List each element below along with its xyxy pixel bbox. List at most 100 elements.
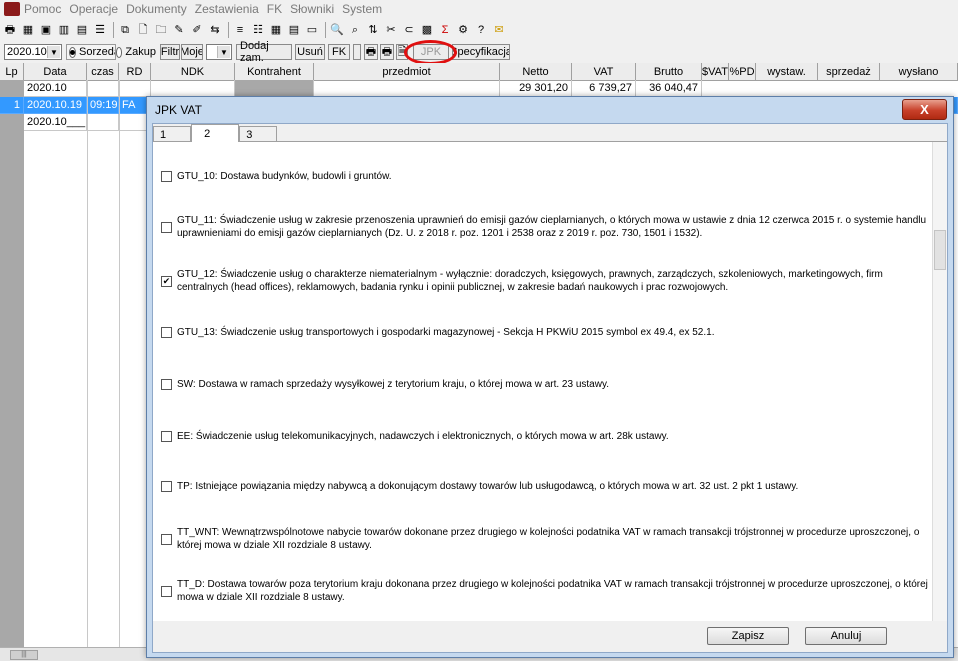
cell-czas — [87, 114, 119, 131]
tab-panel: GTU_10: Dostawa budynków, budowli i grun… — [153, 141, 947, 621]
new-doc-icon[interactable]: 🗋 — [135, 22, 151, 38]
grid-icon[interactable]: ▦ — [268, 22, 284, 38]
cancel-button[interactable]: Anuluj — [805, 627, 887, 645]
delete-button[interactable]: Usuń — [295, 44, 325, 60]
cell-data: 2020.10 — [24, 80, 87, 97]
option-tt-d[interactable]: TT_D: Dostawa towarów poza terytorium kr… — [161, 578, 931, 604]
calendar-icon[interactable]: ▦ — [20, 22, 36, 38]
col-rd[interactable]: RD — [119, 63, 151, 80]
options-button[interactable] — [353, 44, 361, 60]
checkbox[interactable] — [161, 327, 172, 338]
checkbox-checked[interactable]: ✔ — [161, 275, 172, 287]
book-icon[interactable]: ▤ — [74, 22, 90, 38]
menu-operacje[interactable]: Operacje — [69, 2, 118, 16]
col-data[interactable]: Data — [24, 63, 87, 80]
tab-2[interactable]: 2 — [191, 124, 240, 142]
col-wyslano[interactable]: wysłano — [880, 63, 958, 80]
fk-button[interactable]: FK — [328, 44, 350, 60]
list-icon[interactable]: ☰ — [92, 22, 108, 38]
checkbox[interactable] — [161, 533, 172, 545]
menu-fk[interactable]: FK — [267, 2, 282, 16]
checkbox[interactable] — [161, 585, 172, 597]
sum-icon[interactable]: Σ — [437, 22, 453, 38]
option-gtu-12[interactable]: ✔ GTU_12: Świadczenie usług o charakterz… — [161, 268, 931, 294]
print-list-icon[interactable]: 🖶 — [380, 44, 394, 60]
col-wystaw[interactable]: wystaw. — [756, 63, 818, 80]
checkbox[interactable] — [161, 481, 172, 492]
rows-icon[interactable]: ▭ — [304, 22, 320, 38]
link-icon[interactable]: ⊂ — [401, 22, 417, 38]
add-order-button[interactable]: Dodaj zam. — [236, 40, 292, 64]
menu-system[interactable]: System — [342, 2, 382, 16]
checkbox[interactable] — [161, 171, 172, 182]
option-sw[interactable]: SW: Dostawa w ramach sprzedaży wysyłkowe… — [161, 378, 931, 391]
edit-icon[interactable]: ✎ — [171, 22, 187, 38]
chart-icon[interactable]: ▥ — [56, 22, 72, 38]
mail-icon[interactable]: ✉ — [491, 22, 507, 38]
radio-zakup[interactable]: Zakup — [116, 44, 156, 60]
col-czas[interactable]: czas — [87, 63, 119, 80]
help-icon[interactable]: ? — [473, 22, 489, 38]
specification-button[interactable]: Specyfikacja — [452, 44, 510, 60]
copy-icon[interactable]: ⧉ — [117, 22, 133, 38]
tab-1[interactable]: 1 — [153, 126, 192, 142]
checkbox[interactable] — [161, 431, 172, 442]
checkbox[interactable] — [161, 379, 172, 390]
details-icon[interactable]: ☷ — [250, 22, 266, 38]
cell-netto: 29 301,20 — [500, 80, 572, 97]
col-przedmiot[interactable]: przedmiot — [314, 63, 500, 80]
dialog-footer: Zapisz Anuluj — [153, 622, 947, 652]
col-kontrahent[interactable]: Kontrahent — [235, 63, 314, 80]
tab-3[interactable]: 3 — [239, 126, 278, 142]
moje-button[interactable]: Moje — [181, 44, 203, 60]
col-vat[interactable]: VAT — [572, 63, 636, 80]
close-button[interactable]: X — [902, 99, 947, 120]
transfer-icon[interactable]: ⇆ — [207, 22, 223, 38]
toolbar-separator — [325, 22, 326, 38]
checkbox[interactable] — [161, 221, 172, 233]
print-preview-icon[interactable]: 🖶 — [364, 44, 378, 60]
menu-pomoc[interactable]: Pomoc — [24, 2, 61, 16]
option-ee[interactable]: EE: Świadczenie usług telekomunikacyjnyc… — [161, 430, 931, 443]
settings-icon[interactable]: ⚙ — [455, 22, 471, 38]
radio-sorzeda[interactable]: Sorzeda — [66, 44, 116, 60]
find-replace-icon[interactable]: ⌕ — [347, 22, 363, 38]
col-pd[interactable]: %PD — [729, 63, 756, 80]
option-tt-wnt[interactable]: TT_WNT: Wewnątrzwspólnotowe nabycie towa… — [161, 526, 931, 552]
save-button[interactable]: Zapisz — [707, 627, 789, 645]
col-netto[interactable]: Netto — [500, 63, 572, 80]
sort-icon[interactable]: ⇅ — [365, 22, 381, 38]
col-brutto[interactable]: Brutto — [636, 63, 702, 80]
cut-icon[interactable]: ✂ — [383, 22, 399, 38]
period-select[interactable]: 2020.10 ▼ — [4, 44, 62, 60]
col-sprzedaz[interactable]: sprzedaż — [818, 63, 880, 80]
grid-line — [119, 80, 120, 653]
table-icon[interactable]: ▤ — [286, 22, 302, 38]
option-gtu-11[interactable]: GTU_11: Świadczenie usług w zakresie prz… — [161, 214, 931, 240]
option-tp[interactable]: TP: Istniejące powiązania między nabywcą… — [161, 480, 931, 493]
col-lp[interactable]: Lp — [0, 63, 24, 80]
search-icon[interactable]: 🔍 — [329, 22, 345, 38]
pencil-icon[interactable]: ✐ — [189, 22, 205, 38]
menu-slowniki[interactable]: Słowniki — [290, 2, 334, 16]
calculator-icon[interactable]: ▩ — [419, 22, 435, 38]
col-svat[interactable]: $VAT — [702, 63, 729, 80]
vertical-scrollbar[interactable] — [932, 142, 947, 621]
open-folder-icon[interactable]: 🗀 — [153, 22, 169, 38]
option-gtu-13[interactable]: GTU_13: Świadczenie usług transportowych… — [161, 326, 931, 339]
filter-button[interactable]: Filtr — [160, 44, 180, 60]
scroll-thumb[interactable] — [934, 230, 946, 270]
bullet-list-icon[interactable]: ≡ — [232, 22, 248, 38]
scroll-thumb[interactable]: ||| — [10, 650, 38, 660]
fk-label: FK — [331, 46, 347, 58]
col-ndk[interactable]: NDK — [151, 63, 235, 80]
option-label: GTU_13: Świadczenie usług transportowych… — [177, 327, 715, 338]
owner-select[interactable]: ▼ — [206, 44, 232, 60]
option-gtu-10[interactable]: GTU_10: Dostawa budynków, budowli i grun… — [161, 170, 931, 183]
menu-zestawienia[interactable]: Zestawienia — [195, 2, 259, 16]
print-icon[interactable]: 🖶 — [2, 22, 18, 38]
calc-icon[interactable]: ▣ — [38, 22, 54, 38]
table-row[interactable]: 2020.10 29 301,20 6 739,27 36 040,47 — [0, 80, 958, 97]
menu-dokumenty[interactable]: Dokumenty — [126, 2, 187, 16]
cell-czas — [87, 80, 119, 97]
